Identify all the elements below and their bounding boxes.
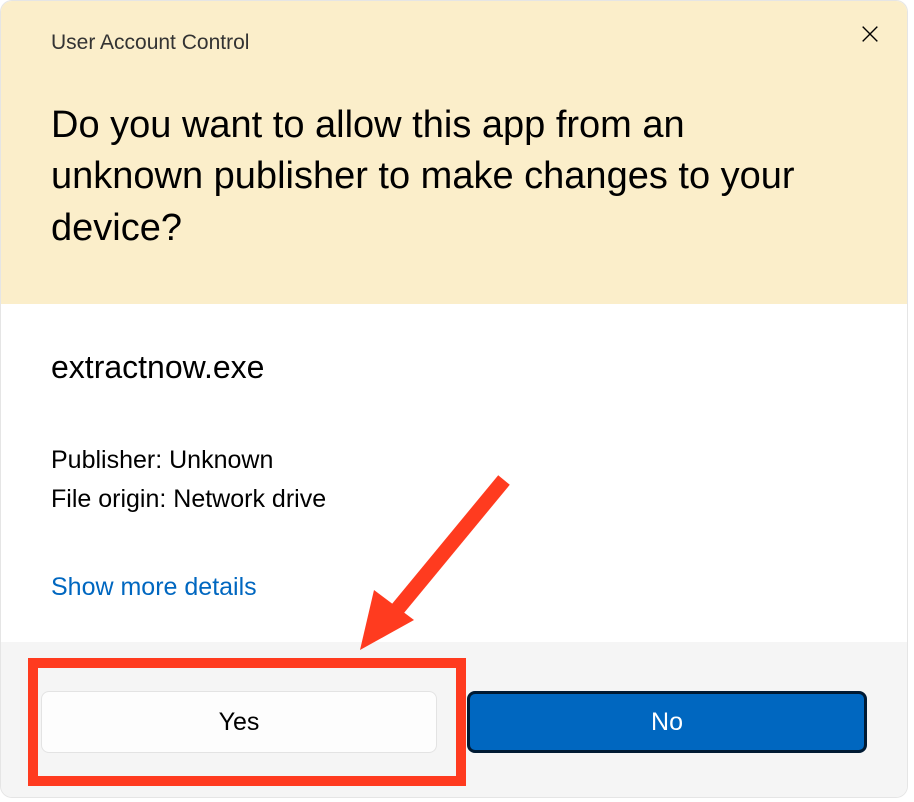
no-button-label: No <box>651 708 683 737</box>
yes-button[interactable]: Yes <box>41 691 437 753</box>
dialog-footer: Yes No <box>1 642 907 798</box>
dialog-body: extractnow.exe Publisher: Unknown File o… <box>1 304 907 643</box>
publisher-value: Unknown <box>169 446 273 474</box>
origin-label: File origin: <box>51 485 166 513</box>
uac-dialog: User Account Control Do you want to allo… <box>0 0 908 798</box>
app-name: extractnow.exe <box>51 349 857 386</box>
close-button[interactable] <box>855 21 885 51</box>
origin-value: Network drive <box>173 485 326 513</box>
window-title: User Account Control <box>51 31 857 55</box>
close-icon <box>859 23 881 50</box>
show-more-details-link[interactable]: Show more details <box>51 573 257 602</box>
publisher-line: Publisher: Unknown <box>51 441 857 480</box>
publisher-label: Publisher: <box>51 446 162 474</box>
dialog-header: User Account Control Do you want to allo… <box>1 1 907 304</box>
no-button[interactable]: No <box>467 691 867 753</box>
yes-button-label: Yes <box>219 708 260 737</box>
prompt-text: Do you want to allow this app from an un… <box>51 100 857 254</box>
origin-line: File origin: Network drive <box>51 480 857 519</box>
